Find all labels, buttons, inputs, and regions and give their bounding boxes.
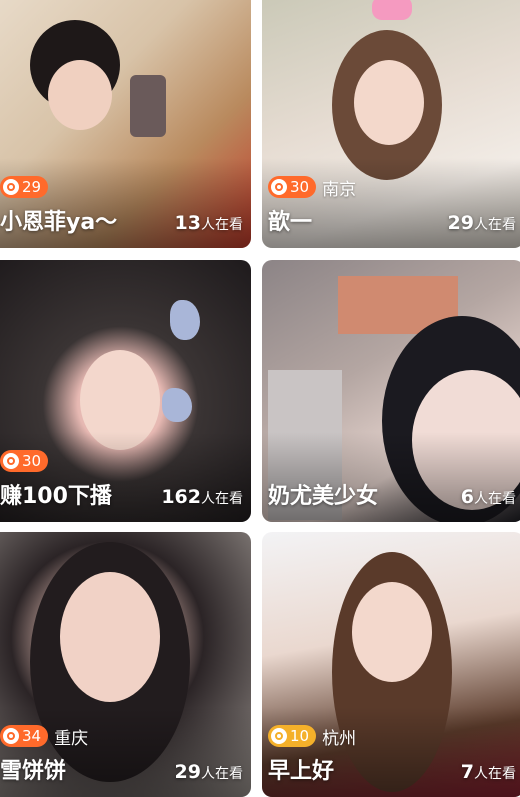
level-icon	[3, 179, 19, 195]
level-icon	[271, 728, 287, 744]
live-room-card[interactable]: 30 赚100下播 162人在看	[0, 260, 251, 522]
streamer-name: 早上好	[268, 759, 335, 784]
level-badge: 30	[268, 176, 317, 198]
level-badge: 30	[0, 450, 49, 472]
card-meta: 10 杭州	[268, 723, 356, 749]
city-label: 杭州	[322, 728, 357, 749]
level-badge: 10	[268, 725, 317, 747]
card-meta: 34 重庆	[0, 723, 88, 749]
level-icon	[271, 179, 287, 195]
streamer-name: 歆一	[268, 210, 313, 235]
viewer-count: 13人在看	[174, 212, 243, 234]
viewer-count: 162人在看	[161, 486, 243, 508]
live-room-card[interactable]: 30 南京 歆一 29人在看	[262, 0, 520, 248]
live-room-card[interactable]: 29 小恩菲ya～ 13人在看	[0, 0, 251, 248]
level-icon	[3, 453, 19, 469]
live-room-card[interactable]: 奶尤美少女 6人在看	[262, 260, 520, 522]
streamer-name: 奶尤美少女	[268, 484, 379, 509]
streamer-name: 赚100下播	[0, 484, 112, 509]
level-badge: 34	[0, 725, 49, 747]
live-room-card[interactable]: 10 杭州 早上好 7人在看	[262, 532, 520, 797]
card-meta: 30	[0, 448, 49, 474]
viewer-count: 6人在看	[460, 486, 516, 508]
card-meta: 29	[0, 174, 49, 200]
streamer-name: 小恩菲ya～	[0, 210, 118, 235]
live-room-card[interactable]: 34 重庆 雪饼饼 29人在看	[0, 532, 251, 797]
streamer-name: 雪饼饼	[0, 759, 67, 784]
city-label: 南京	[322, 179, 357, 200]
card-meta: 30 南京	[268, 174, 356, 200]
viewer-count: 29人在看	[447, 212, 516, 234]
level-icon	[3, 728, 19, 744]
level-badge: 29	[0, 176, 49, 198]
city-label: 重庆	[54, 728, 89, 749]
viewer-count: 29人在看	[174, 761, 243, 783]
viewer-count: 7人在看	[460, 761, 516, 783]
